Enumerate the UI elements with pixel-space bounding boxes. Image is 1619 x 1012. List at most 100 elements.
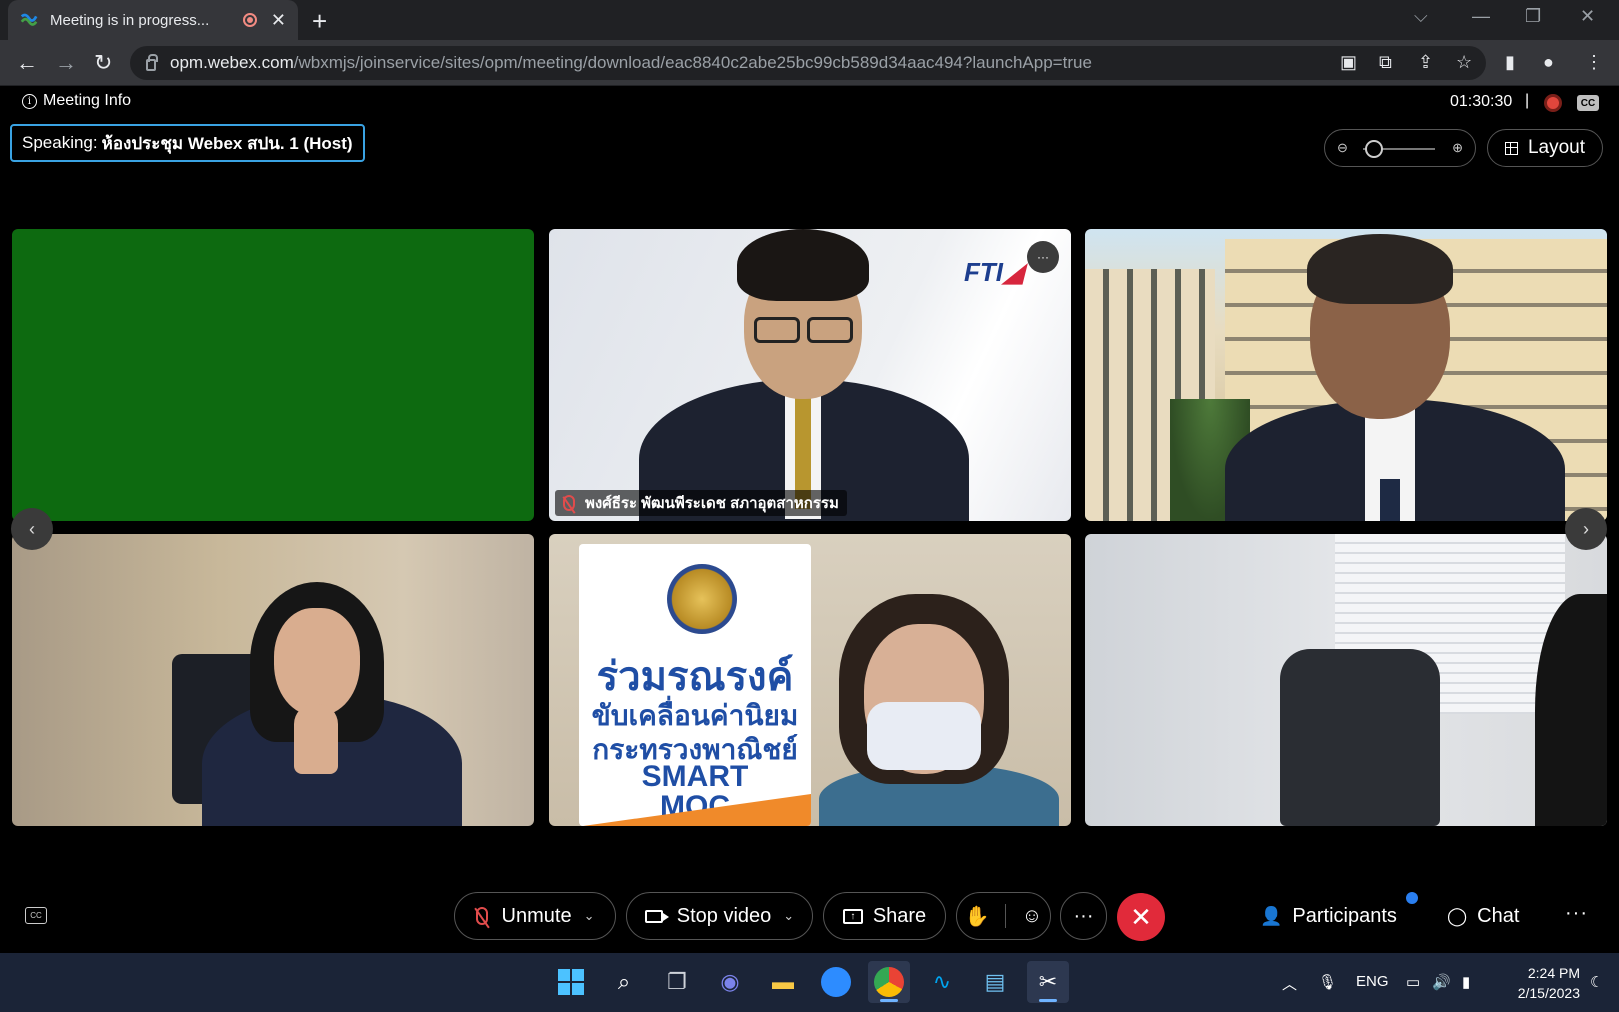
battery-icon[interactable]: ▮	[1462, 973, 1470, 991]
meeting-timer: 01:30:30	[1450, 93, 1513, 110]
face-mask	[867, 702, 981, 770]
stop-video-label: Stop video	[676, 904, 772, 927]
chevron-down-icon[interactable]: ⌄	[584, 908, 595, 924]
info-icon: i	[22, 93, 37, 109]
chrome-icon[interactable]	[868, 961, 910, 1003]
ministry-seal-icon	[667, 564, 737, 634]
tab-search-icon[interactable]: ⌵	[1414, 6, 1428, 27]
muted-mic-icon	[563, 495, 575, 511]
show-hidden-icons-icon[interactable]: ︿	[1282, 973, 1297, 994]
unmute-label: Unmute	[501, 904, 572, 927]
windows-taskbar: ⌕ ❐ ◉ ▬ ∿ ▤ ✂ ︿ 🎙 ENG ▭ 🔊 ▮ 2:24 PM 2/15…	[0, 953, 1619, 1012]
browser-tab-bar: Meeting is in progress... ✕ + ⌵ — ❐ ✕	[0, 0, 1619, 40]
network-icon[interactable]: ▭	[1406, 973, 1420, 991]
teams-chat-icon[interactable]: ◉	[709, 961, 751, 1003]
more-options-button[interactable]: ···	[1060, 892, 1107, 940]
closed-caption-icon[interactable]: CC	[1577, 95, 1599, 111]
zoom-app-icon[interactable]	[815, 961, 857, 1003]
lock-icon	[146, 54, 158, 71]
zoom-slider-handle[interactable]	[1365, 140, 1383, 158]
notifications-moon-icon[interactable]: ☾	[1590, 973, 1603, 991]
system-clock[interactable]: 2:24 PM 2/15/2023	[1500, 963, 1580, 1003]
volume-icon[interactable]: 🔊	[1432, 973, 1451, 991]
previous-page-button[interactable]: ‹	[11, 508, 53, 550]
notepad-icon[interactable]: ▤	[974, 961, 1016, 1003]
clock-date: 2/15/2023	[1517, 985, 1580, 1001]
layout-button[interactable]: Layout	[1487, 129, 1603, 167]
meeting-info-button[interactable]: i Meeting Info	[22, 92, 131, 110]
reload-icon[interactable]: ↻	[94, 50, 112, 76]
banner-line-4: SMART	[641, 760, 749, 793]
tab-title: Meeting is in progress...	[50, 11, 210, 29]
video-tile-2[interactable]: FTI◢ ··· พงศ์ธีระ พัฒนพีระเดช สภาอุตสาหก…	[549, 229, 1071, 521]
participants-button[interactable]: 👤 Participants	[1260, 905, 1397, 928]
recording-indicator-icon[interactable]	[1544, 94, 1562, 112]
webex-app-icon[interactable]: ∿	[921, 961, 963, 1003]
browser-tab[interactable]: Meeting is in progress... ✕	[8, 0, 298, 40]
clock-time: 2:24 PM	[1527, 965, 1580, 981]
muted-mic-icon	[475, 907, 488, 925]
video-tile-1[interactable]	[12, 229, 534, 521]
zoom-in-icon[interactable]: ⊕	[1452, 140, 1463, 156]
start-menu-icon[interactable]	[550, 961, 592, 1003]
close-tab-icon[interactable]: ✕	[271, 10, 286, 31]
search-icon[interactable]: ⌕	[603, 961, 645, 1003]
microphone-icon[interactable]: 🎙	[1318, 973, 1337, 991]
video-tile-6[interactable]	[1085, 534, 1607, 826]
video-tile-4[interactable]	[12, 534, 534, 826]
more-dots-icon: ···	[1073, 904, 1094, 927]
url-text: opm.webex.com/wbxmjs/joinservice/sites/o…	[170, 53, 1092, 72]
address-bar[interactable]: opm.webex.com/wbxmjs/joinservice/sites/o…	[130, 46, 1486, 80]
share-page-icon[interactable]: ⇪	[1418, 52, 1433, 73]
participants-icon: 👤	[1260, 906, 1283, 926]
participant-nameplate: พงศ์ธีระ พัฒนพีระเดช สภาอุตสาหกรรม	[555, 490, 847, 516]
task-view-icon[interactable]: ❐	[656, 961, 698, 1003]
end-call-button[interactable]: ✕	[1117, 893, 1165, 941]
speaking-prefix: Speaking:	[22, 133, 98, 152]
video-zoom-slider[interactable]: ⊖ ⊕	[1324, 129, 1476, 167]
zoom-out-icon[interactable]: ⊖	[1337, 140, 1348, 156]
snipping-tool-icon[interactable]: ✂	[1027, 961, 1069, 1003]
video-camera-icon	[644, 909, 669, 923]
share-screen-icon: ↑	[842, 908, 863, 924]
bookmark-star-icon[interactable]: ☆	[1456, 52, 1472, 73]
chat-label: Chat	[1477, 905, 1520, 927]
unmute-button[interactable]: Unmute ⌄	[454, 892, 616, 940]
chat-bubble-icon: ◯	[1447, 906, 1468, 926]
browser-menu-icon[interactable]: ⋮	[1585, 52, 1603, 73]
camera-icon[interactable]: ▣	[1340, 52, 1357, 73]
emoji-reaction-icon[interactable]: ☺	[1022, 905, 1042, 928]
forward-icon[interactable]: →	[55, 50, 77, 76]
share-button[interactable]: ↑ Share	[823, 892, 946, 940]
raise-hand-icon[interactable]: ✋	[965, 904, 990, 929]
speaker-name: ห้องประชุม Webex สปน. 1 (Host)	[101, 133, 353, 153]
new-tab-button[interactable]: +	[312, 6, 327, 37]
layout-label: Layout	[1527, 137, 1586, 158]
translate-icon[interactable]: ⧉	[1379, 52, 1392, 73]
profile-icon[interactable]: ●	[1543, 52, 1554, 73]
stop-video-button[interactable]: Stop video ⌄	[626, 892, 813, 940]
chat-button[interactable]: ◯ Chat	[1447, 905, 1519, 928]
minimize-icon[interactable]: —	[1472, 6, 1490, 27]
participant-name: พงศ์ธีระ พัฒนพีระเดช สภาอุตสาหกรรม	[585, 495, 839, 512]
fti-logo: FTI◢	[964, 257, 1023, 287]
participants-label: Participants	[1292, 905, 1397, 927]
captions-icon[interactable]: CC	[25, 907, 47, 924]
next-page-button[interactable]: ›	[1565, 508, 1607, 550]
file-explorer-icon[interactable]: ▬	[762, 961, 804, 1003]
share-label: Share	[872, 904, 927, 927]
chevron-down-icon[interactable]: ⌄	[783, 908, 794, 924]
tile-more-options-icon[interactable]: ···	[1027, 241, 1059, 273]
overflow-menu-icon[interactable]: ···	[1565, 902, 1588, 925]
empty-chair	[1280, 649, 1440, 826]
input-language[interactable]: ENG	[1356, 973, 1389, 990]
restore-icon[interactable]: ❐	[1525, 6, 1541, 27]
recording-icon	[242, 13, 257, 27]
side-panel-icon[interactable]: ▮	[1505, 52, 1515, 73]
back-icon[interactable]: ←	[16, 50, 38, 76]
close-window-icon[interactable]: ✕	[1580, 6, 1595, 27]
video-tile-3[interactable]	[1085, 229, 1607, 521]
video-tile-5[interactable]: ร่วมรณรงค์ ขับเคลื่อนค่านิยม กระทรวงพาณิ…	[549, 534, 1071, 826]
browser-toolbar: ← → ↻ opm.webex.com/wbxmjs/joinservice/s…	[0, 40, 1619, 86]
webex-icon	[20, 13, 38, 26]
